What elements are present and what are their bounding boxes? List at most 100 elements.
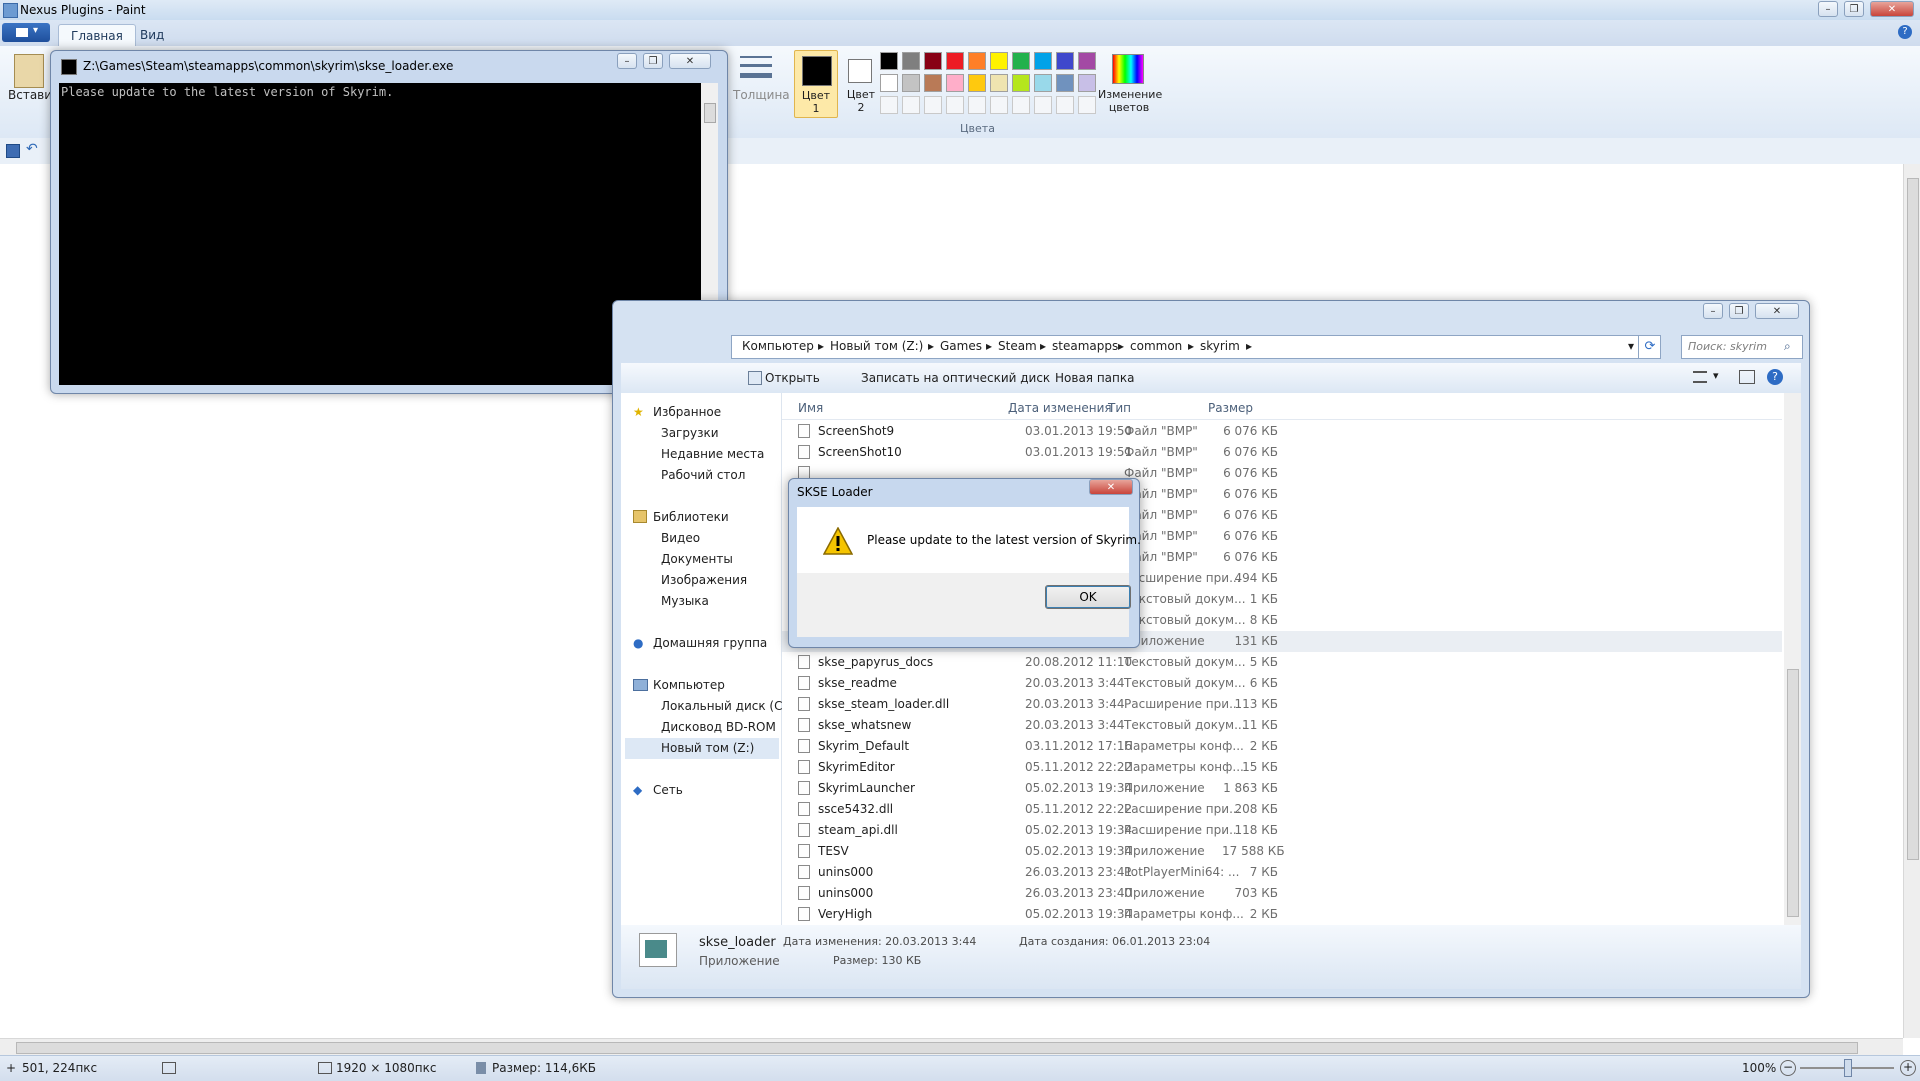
chevron-right-icon[interactable]: ▸ [1246, 339, 1252, 353]
column-header-type[interactable]: Тип [1108, 401, 1131, 415]
table-row[interactable]: SkyrimEditor 05.11.2012 22:22 Параметры ко… [782, 757, 1782, 778]
breadcrumb-item[interactable]: common [1130, 339, 1182, 353]
save-icon[interactable] [6, 144, 20, 158]
paint-minimize-button[interactable]: – [1818, 1, 1838, 17]
palette-swatch[interactable] [1034, 52, 1052, 70]
tab-view[interactable]: Вид [128, 24, 176, 46]
chevron-down-icon[interactable]: ▾ [1628, 339, 1634, 353]
palette-swatch[interactable] [1078, 74, 1096, 92]
custom-color-slot[interactable] [990, 96, 1008, 114]
palette-swatch[interactable] [880, 52, 898, 70]
paint-file-menu-button[interactable]: ▾ [2, 23, 50, 42]
new-folder-button[interactable]: Новая папка [1055, 371, 1134, 385]
thickness-icon[interactable] [740, 54, 772, 80]
nav-bd-rom[interactable]: Дисковод BD-ROM [661, 720, 776, 734]
nav-favorites[interactable]: Избранное [653, 405, 721, 419]
console-maximize-button[interactable]: ❐ [643, 53, 663, 69]
table-row[interactable]: SkyrimLauncher 05.02.2013 19:34 Приложение… [782, 778, 1782, 799]
palette-swatch[interactable] [1056, 74, 1074, 92]
edit-colors-button[interactable]: Изменение цветов [1098, 88, 1162, 114]
palette-swatch[interactable] [1012, 52, 1030, 70]
palette-swatch[interactable] [924, 74, 942, 92]
nav-desktop[interactable]: Рабочий стол [661, 468, 745, 482]
breadcrumb-item[interactable]: Компьютер [742, 339, 814, 353]
custom-color-slot[interactable] [968, 96, 986, 114]
breadcrumb-item[interactable]: steamapps [1052, 339, 1118, 353]
chevron-right-icon[interactable]: ▸ [818, 339, 824, 353]
table-row[interactable]: Skyrim_Default 03.11.2012 17:16 Параметры … [782, 736, 1782, 757]
nav-volume-z[interactable]: Новый том (Z:) [661, 741, 754, 755]
nav-local-disk-c[interactable]: Локальный диск (C [661, 699, 782, 713]
column-header-date[interactable]: Дата изменения [1008, 401, 1112, 415]
breadcrumb-item[interactable]: Новый том (Z:) [830, 339, 923, 353]
custom-color-slot[interactable] [902, 96, 920, 114]
zoom-out-button[interactable]: − [1780, 1060, 1796, 1076]
chevron-down-icon[interactable]: ▾ [1713, 369, 1719, 382]
custom-color-slot[interactable] [1012, 96, 1030, 114]
chevron-right-icon[interactable]: ▸ [928, 339, 934, 353]
nav-computer[interactable]: Компьютер [653, 678, 725, 692]
table-row[interactable]: skse_steam_loader.dll 20.03.2013 3:44 Расш… [782, 694, 1782, 715]
file-list-scrollbar[interactable] [1784, 393, 1801, 925]
palette-swatch[interactable] [1034, 74, 1052, 92]
nav-homegroup[interactable]: Домашняя группа [653, 636, 767, 650]
table-row[interactable]: unins000 26.03.2013 23:40 Приложение 703 КБ [782, 883, 1782, 904]
zoom-slider-thumb[interactable] [1844, 1059, 1852, 1077]
search-input[interactable]: Поиск: skyrim ⌕ [1681, 335, 1803, 359]
search-icon[interactable]: ⌕ [1784, 339, 1791, 354]
palette-swatch[interactable] [968, 52, 986, 70]
view-options-icon[interactable] [1693, 371, 1707, 383]
nav-downloads[interactable]: Загрузки [661, 426, 719, 440]
palette-swatch[interactable] [1078, 52, 1096, 70]
canvas-horizontal-scrollbar[interactable] [0, 1038, 1903, 1056]
table-row[interactable]: ScreenShot9 03.01.2013 19:50 Файл "BMP" 6 0… [782, 421, 1782, 442]
table-row[interactable]: TESV 05.02.2013 19:34 Приложение 17 588 КБ [782, 841, 1782, 862]
nav-music[interactable]: Музыка [661, 594, 709, 608]
palette-swatch[interactable] [902, 52, 920, 70]
table-row[interactable]: steam_api.dll 05.02.2013 19:34 Расширение … [782, 820, 1782, 841]
canvas-vertical-scrollbar[interactable] [1903, 164, 1920, 1038]
palette-swatch[interactable] [946, 74, 964, 92]
palette-swatch[interactable] [946, 52, 964, 70]
breadcrumb-item[interactable]: Games [940, 339, 982, 353]
table-row[interactable]: unins000 26.03.2013 23:41 PotPlayerMini64:… [782, 862, 1782, 883]
refresh-icon[interactable]: ⟳ [1638, 336, 1661, 358]
paint-close-button[interactable]: ✕ [1870, 1, 1914, 17]
palette-swatch[interactable] [880, 74, 898, 92]
nav-images[interactable]: Изображения [661, 573, 747, 587]
chevron-right-icon[interactable]: ▸ [986, 339, 992, 353]
console-output[interactable]: Please update to the latest version of S… [59, 83, 701, 385]
zoom-in-button[interactable]: + [1900, 1060, 1916, 1076]
table-row[interactable]: ssce5432.dll 05.11.2012 22:22 Расширение п… [782, 799, 1782, 820]
tab-home[interactable]: Главная [58, 24, 136, 47]
chevron-right-icon[interactable]: ▸ [1188, 339, 1194, 353]
custom-color-slot[interactable] [1078, 96, 1096, 114]
palette-swatch[interactable] [1012, 74, 1030, 92]
palette-swatch[interactable] [1056, 52, 1074, 70]
palette-swatch[interactable] [902, 74, 920, 92]
palette-swatch[interactable] [990, 52, 1008, 70]
paint-maximize-button[interactable]: ❐ [1844, 1, 1864, 17]
vertical-scroll-thumb[interactable] [1907, 178, 1919, 860]
dialog-close-button[interactable]: ✕ [1089, 479, 1133, 495]
nav-network[interactable]: Сеть [653, 783, 683, 797]
color1-button[interactable]: Цвет 1 [794, 50, 838, 118]
custom-color-slot[interactable] [1056, 96, 1074, 114]
explorer-maximize-button[interactable]: ❐ [1729, 303, 1749, 319]
column-header-size[interactable]: Размер [1208, 401, 1253, 415]
open-button[interactable]: Открыть [765, 371, 820, 385]
preview-pane-icon[interactable] [1739, 370, 1755, 384]
chevron-right-icon[interactable]: ▸ [1118, 339, 1124, 353]
custom-color-slot[interactable] [1034, 96, 1052, 114]
breadcrumb-item[interactable]: skyrim [1200, 339, 1240, 353]
chevron-right-icon[interactable]: ▸ [1040, 339, 1046, 353]
console-scroll-thumb[interactable] [704, 103, 716, 123]
breadcrumb-item[interactable]: Steam [998, 339, 1037, 353]
nav-video[interactable]: Видео [661, 531, 700, 545]
custom-color-slot[interactable] [880, 96, 898, 114]
ok-button[interactable]: OK [1045, 585, 1131, 609]
custom-color-slot[interactable] [924, 96, 942, 114]
table-row[interactable]: skse_whatsnew 20.03.2013 3:44 Текстовый до… [782, 715, 1782, 736]
burn-button[interactable]: Записать на оптический диск [861, 371, 1050, 385]
column-header-name[interactable]: Имя [798, 401, 823, 415]
